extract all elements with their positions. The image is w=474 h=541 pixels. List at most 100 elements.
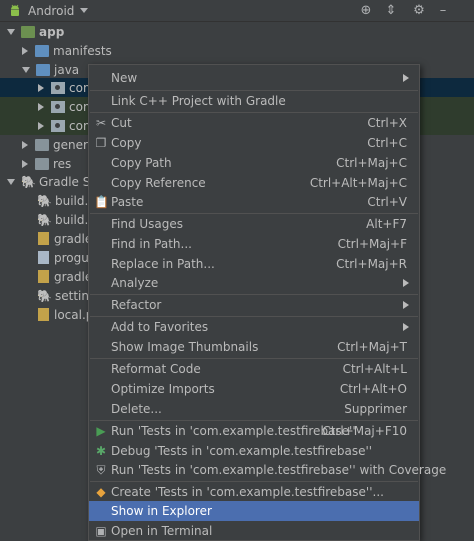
copy-icon: ❐ [95, 136, 107, 150]
menu-shortcut: Ctrl+X [367, 116, 407, 130]
properties-file-icon [38, 270, 49, 283]
gradle-icon: 🐘 [21, 174, 36, 189]
menu-item-copy[interactable]: ❐ Copy Ctrl+C [89, 133, 419, 153]
properties-file-icon [38, 232, 49, 245]
text-file-icon [38, 251, 49, 264]
scissors-icon: ✂ [95, 116, 107, 130]
chevron-right-icon [403, 301, 409, 309]
menu-item-label: Find Usages [111, 217, 184, 231]
chevron-down-icon[interactable] [7, 28, 15, 35]
menu-item-label: Show Image Thumbnails [111, 340, 259, 354]
chevron-right-icon [403, 74, 409, 82]
menu-item-label: Cut [111, 116, 132, 130]
menu-item-reformat-code[interactable]: Reformat Code Ctrl+Alt+L [89, 359, 419, 379]
menu-item-add-to-favorites[interactable]: Add to Favorites [89, 317, 419, 337]
gear-icon[interactable]: ⚙ [411, 3, 427, 19]
properties-file-icon [38, 308, 49, 321]
generated-folder-icon [35, 138, 49, 151]
menu-shortcut: Ctrl+Maj+F10 [322, 424, 407, 438]
chevron-right-icon[interactable] [22, 159, 28, 168]
chevron-right-icon[interactable] [22, 140, 28, 149]
chevron-down-icon[interactable] [7, 178, 15, 185]
menu-item-label: Optimize Imports [111, 382, 215, 396]
menu-shortcut: Ctrl+V [367, 195, 407, 209]
menu-item-link-cpp[interactable]: Link C++ Project with Gradle [89, 91, 419, 111]
menu-item-copy-reference[interactable]: Copy Reference Ctrl+Alt+Maj+C [89, 173, 419, 193]
menu-shortcut: Ctrl+Alt+Maj+C [309, 176, 407, 190]
chevron-right-icon[interactable] [38, 83, 44, 92]
menu-shortcut: Ctrl+Maj+T [337, 340, 407, 354]
run-icon: ▶ [96, 424, 106, 438]
menu-item-replace-in-path[interactable]: Replace in Path... Ctrl+Maj+R [89, 254, 419, 274]
menu-shortcut: Ctrl+Maj+R [336, 257, 407, 271]
hide-icon[interactable]: – [435, 3, 451, 19]
menu-item-label: Copy Path [111, 156, 172, 170]
menu-item-cut[interactable]: ✂ Cut Ctrl+X [89, 113, 419, 133]
chevron-right-icon[interactable] [38, 102, 44, 111]
collapse-icon[interactable]: ⇕ [383, 3, 399, 19]
menu-item-run-tests[interactable]: ▶ Run 'Tests in 'com.example.testfirebas… [89, 421, 419, 441]
menu-item-label: New [111, 71, 138, 85]
tree-row-app[interactable]: app [0, 22, 474, 41]
chevron-down-icon[interactable] [80, 8, 89, 13]
menu-item-copy-path[interactable]: Copy Path Ctrl+Maj+C [89, 153, 419, 173]
chevron-right-icon[interactable] [22, 46, 28, 55]
menu-item-label: Delete... [111, 402, 162, 416]
menu-item-debug-tests[interactable]: ✱ Debug 'Tests in 'com.example.testfireb… [89, 441, 419, 461]
menu-item-open-in-terminal[interactable]: ▣ Open in Terminal [89, 521, 419, 541]
tree-label: app [39, 24, 65, 39]
menu-shortcut: Ctrl+C [367, 136, 407, 150]
menu-item-label: Find in Path... [111, 237, 192, 251]
menu-item-find-in-path[interactable]: Find in Path... Ctrl+Maj+F [89, 234, 419, 254]
menu-item-new[interactable]: New [89, 68, 419, 88]
package-icon [51, 119, 65, 132]
android-icon [11, 4, 19, 16]
tree-row-manifests[interactable]: manifests [0, 41, 474, 60]
debug-icon: ✱ [95, 444, 107, 458]
project-view-selector[interactable]: Android [28, 4, 74, 18]
gradle-icon: 🐘 [37, 212, 52, 227]
menu-item-label: Copy [111, 136, 142, 150]
target-icon[interactable]: ⊕ [358, 3, 374, 19]
menu-item-delete[interactable]: Delete... Supprimer [89, 399, 419, 419]
chevron-right-icon[interactable] [38, 121, 44, 130]
menu-item-run-with-coverage[interactable]: ⛨ Run 'Tests in 'com.example.testfirebas… [89, 460, 446, 480]
package-icon [51, 100, 65, 113]
tree-label: java [54, 62, 80, 77]
menu-item-label: Add to Favorites [111, 320, 209, 334]
menu-item-label: Reformat Code [111, 362, 201, 376]
package-icon [51, 81, 65, 94]
menu-shortcut: Ctrl+Maj+C [336, 156, 407, 170]
folder-icon [35, 44, 49, 57]
menu-item-show-image-thumbnails[interactable]: Show Image Thumbnails Ctrl+Maj+T [89, 337, 419, 357]
chevron-right-icon [403, 323, 409, 331]
menu-item-label: Run 'Tests in 'com.example.testfirebase'… [111, 463, 447, 477]
create-test-icon: ◆ [96, 485, 106, 499]
menu-item-show-in-explorer[interactable]: Show in Explorer [89, 501, 419, 521]
paste-icon: 📋 [94, 195, 109, 209]
module-folder-icon [21, 25, 35, 38]
menu-item-paste[interactable]: 📋 Paste Ctrl+V [89, 192, 419, 212]
gradle-icon: 🐘 [37, 193, 52, 208]
menu-item-optimize-imports[interactable]: Optimize Imports Ctrl+Alt+O [89, 379, 419, 399]
tree-label: manifests [53, 43, 112, 58]
context-menu: New Link C++ Project with Gradle ✂ Cut C… [88, 64, 446, 541]
menu-item-label: Refactor [111, 298, 162, 312]
menu-item-label: Analyze [111, 276, 159, 290]
menu-item-analyze[interactable]: Analyze [89, 273, 419, 293]
chevron-right-icon [403, 279, 409, 287]
menu-shortcut: Supprimer [344, 402, 407, 416]
menu-item-refactor[interactable]: Refactor [89, 295, 419, 315]
coverage-icon: ⛨ [96, 463, 106, 477]
menu-item-label: Run 'Tests in 'com.example.testfirebase'… [111, 424, 356, 438]
terminal-icon: ▣ [95, 524, 107, 538]
menu-item-label: Copy Reference [111, 176, 206, 190]
menu-item-label: Create 'Tests in 'com.example.testfireba… [111, 485, 384, 499]
menu-item-create-tests[interactable]: ◆ Create 'Tests in 'com.example.testfire… [89, 482, 419, 502]
menu-item-find-usages[interactable]: Find Usages Alt+F7 [89, 214, 419, 234]
menu-shortcut: Ctrl+Maj+F [337, 237, 407, 251]
gradle-icon: 🐘 [37, 288, 52, 303]
project-toolbar: Android ⊕ ⇕ ⚙ – [0, 0, 474, 22]
chevron-down-icon[interactable] [22, 66, 30, 73]
res-folder-icon [35, 157, 49, 170]
